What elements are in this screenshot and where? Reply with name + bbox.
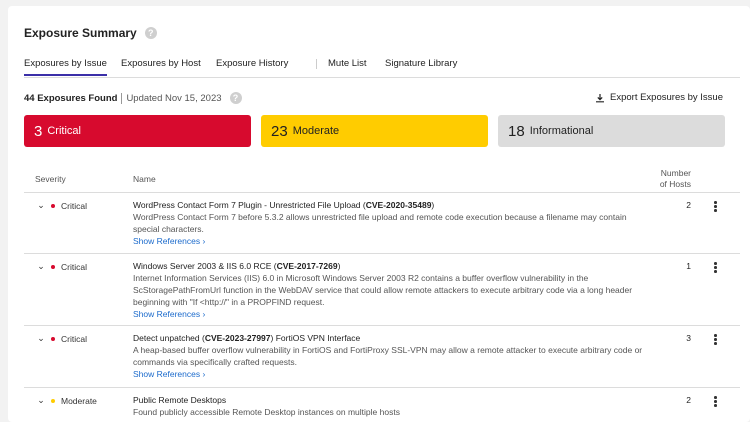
moderate-label: Moderate bbox=[292, 125, 340, 137]
title-text: ) bbox=[431, 200, 435, 210]
hosts-column-header[interactable]: Number of Hosts bbox=[660, 168, 691, 190]
informational-count: 18 bbox=[508, 122, 525, 140]
severity-label: Critical bbox=[61, 261, 87, 272]
page-title: Exposure Summary bbox=[24, 26, 137, 40]
issue-title: Public Remote Desktops bbox=[133, 395, 227, 405]
severity-label: Moderate bbox=[61, 395, 97, 406]
critical-card[interactable]: 3 Critical bbox=[24, 115, 251, 147]
export-button[interactable]: Export Exposures by Issue bbox=[595, 92, 723, 103]
name-cell: Public Remote Desktops Found publicly ac… bbox=[133, 394, 653, 418]
title-text: ) FortiOS VPN Interface bbox=[270, 333, 361, 343]
meta-divider bbox=[121, 92, 123, 104]
name-cell: Windows Server 2003 & IIS 6.0 RCE (CVE-2… bbox=[133, 260, 653, 320]
show-references-link[interactable]: Show References › bbox=[133, 308, 205, 320]
severity-cell: ⌄ Critical bbox=[36, 261, 87, 272]
issue-title: WordPress Contact Form 7 Plugin - Unrest… bbox=[133, 199, 653, 211]
tab-exposures-by-issue[interactable]: Exposures by Issue bbox=[24, 58, 107, 76]
issue-title: Windows Server 2003 & IIS 6.0 RCE (CVE-2… bbox=[133, 260, 653, 272]
severity-cards: 3 Critical 23 Moderate 18 Informational bbox=[24, 115, 725, 147]
help-icon[interactable]: ? bbox=[229, 92, 242, 104]
severity-label: Critical bbox=[61, 200, 87, 211]
summary-meta: 44 Exposures Found Updated Nov 15, 2023 … bbox=[24, 92, 242, 104]
severity-dot bbox=[51, 398, 55, 403]
show-references-link[interactable]: Show References › bbox=[133, 368, 205, 380]
moderate-card[interactable]: 23 Moderate bbox=[261, 115, 488, 147]
issue-description: Found publicly accessible Remote Desktop… bbox=[133, 407, 400, 417]
chevron-right-icon: › bbox=[202, 236, 206, 246]
critical-label: Critical bbox=[47, 125, 81, 137]
title-text: Windows Server 2003 & IIS 6.0 RCE ( bbox=[133, 261, 277, 271]
show-references-label: Show References bbox=[133, 309, 201, 319]
header: Exposure Summary ? bbox=[24, 26, 157, 40]
show-references-label: Show References bbox=[133, 236, 201, 246]
issue-description: Internet Information Services (IIS) 6.0 … bbox=[133, 273, 633, 307]
hosts-count: 2 bbox=[686, 200, 691, 210]
chevron-right-icon: › bbox=[202, 309, 206, 319]
issue-title: Detect unpatched (CVE-2023-27997) FortiO… bbox=[133, 332, 653, 344]
hosts-count: 3 bbox=[686, 333, 691, 343]
critical-count: 3 bbox=[34, 122, 43, 140]
tab-exposure-history[interactable]: Exposure History bbox=[216, 58, 288, 74]
more-options-icon[interactable] bbox=[714, 396, 718, 408]
table-row[interactable]: ⌄ Moderate Public Remote Desktops Found … bbox=[24, 388, 740, 422]
chevron-right-icon: › bbox=[202, 369, 206, 379]
hosts-count: 1 bbox=[686, 261, 691, 271]
help-icon[interactable]: ? bbox=[144, 27, 157, 39]
chevron-down-icon[interactable]: ⌄ bbox=[36, 261, 46, 272]
title-text: ) bbox=[337, 261, 341, 271]
more-options-icon[interactable] bbox=[714, 201, 718, 213]
hosts-header-line1: Number bbox=[660, 168, 691, 178]
severity-column-header[interactable]: Severity bbox=[35, 174, 66, 184]
chevron-down-icon[interactable]: ⌄ bbox=[36, 395, 46, 406]
severity-cell: ⌄ Moderate bbox=[36, 395, 97, 406]
cve-id: CVE-2020-35489 bbox=[365, 200, 432, 210]
moderate-count: 23 bbox=[271, 122, 288, 140]
chevron-down-icon[interactable]: ⌄ bbox=[36, 333, 46, 344]
show-references-link[interactable]: Show References › bbox=[133, 235, 205, 247]
show-references-label: Show References bbox=[133, 369, 201, 379]
exposures-found-count: 44 Exposures Found bbox=[24, 92, 118, 104]
severity-label: Critical bbox=[61, 333, 87, 344]
tab-divider bbox=[316, 59, 317, 69]
title-text: WordPress Contact Form 7 Plugin - Unrest… bbox=[133, 200, 366, 210]
name-cell: WordPress Contact Form 7 Plugin - Unrest… bbox=[133, 199, 653, 247]
severity-cell: ⌄ Critical bbox=[36, 333, 87, 344]
cve-id: CVE-2017-7269 bbox=[276, 261, 338, 271]
severity-dot bbox=[51, 264, 55, 269]
tab-signature-library[interactable]: Signature Library bbox=[385, 58, 457, 74]
issue-description: A heap-based buffer overflow vulnerabili… bbox=[133, 345, 643, 367]
exposure-summary-panel: Exposure Summary ? Exposures by Issue Ex… bbox=[8, 6, 750, 422]
issue-description: WordPress Contact Form 7 before 5.3.2 al… bbox=[133, 212, 627, 234]
name-cell: Detect unpatched (CVE-2023-27997) FortiO… bbox=[133, 332, 653, 380]
tab-mute-list[interactable]: Mute List bbox=[328, 58, 367, 74]
table-row[interactable]: ⌄ Critical WordPress Contact Form 7 Plug… bbox=[24, 193, 740, 254]
chevron-down-icon[interactable]: ⌄ bbox=[36, 200, 46, 211]
severity-dot bbox=[51, 336, 55, 341]
export-label: Export Exposures by Issue bbox=[610, 92, 723, 103]
informational-card[interactable]: 18 Informational bbox=[498, 115, 725, 147]
tab-exposures-by-host[interactable]: Exposures by Host bbox=[121, 58, 201, 74]
tab-bar: Exposures by Issue Exposures by Host Exp… bbox=[24, 58, 740, 78]
severity-dot bbox=[51, 203, 55, 208]
name-column-header[interactable]: Name bbox=[133, 174, 156, 184]
hosts-count: 2 bbox=[686, 395, 691, 405]
updated-timestamp: Updated Nov 15, 2023 bbox=[126, 92, 222, 104]
table-header: Severity Name Number of Hosts bbox=[24, 165, 740, 193]
download-icon bbox=[596, 93, 604, 102]
severity-cell: ⌄ Critical bbox=[36, 200, 87, 211]
cve-id: CVE-2023-27997 bbox=[204, 333, 271, 343]
hosts-header-line2: of Hosts bbox=[659, 179, 691, 189]
more-options-icon[interactable] bbox=[714, 262, 718, 274]
more-options-icon[interactable] bbox=[714, 334, 718, 346]
table-row[interactable]: ⌄ Critical Detect unpatched (CVE-2023-27… bbox=[24, 326, 740, 388]
title-text: Detect unpatched ( bbox=[133, 333, 205, 343]
table-row[interactable]: ⌄ Critical Windows Server 2003 & IIS 6.0… bbox=[24, 254, 740, 326]
informational-label: Informational bbox=[529, 125, 594, 137]
